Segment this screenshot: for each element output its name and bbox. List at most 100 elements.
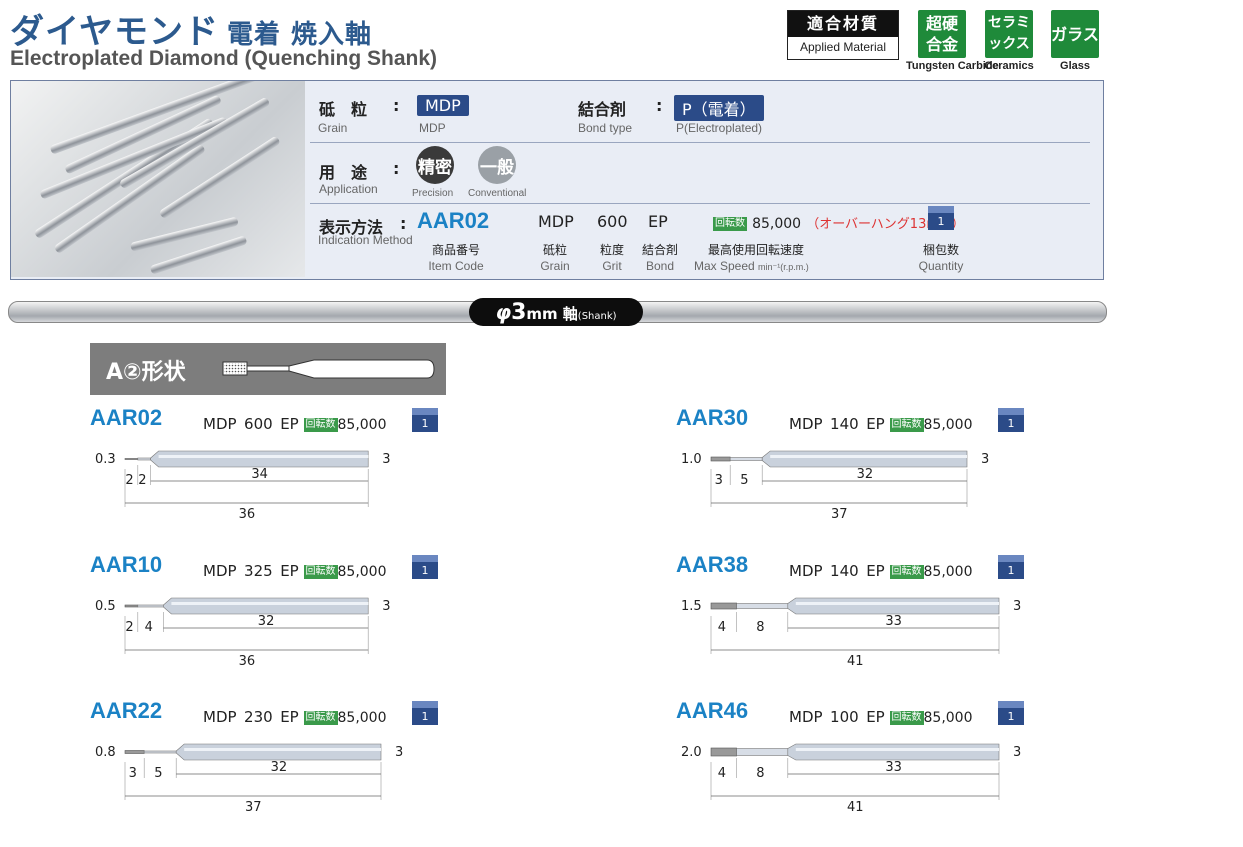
- applied-material-label-jp: 適合材質: [788, 11, 898, 37]
- dim-neck-length: 5: [740, 473, 749, 488]
- cap-qty: 梱包数: [922, 243, 959, 257]
- material-tungsten-carbide-icon: 超硬合金: [918, 10, 966, 58]
- quantity-box-icon: 1: [998, 701, 1024, 725]
- quantity-box-icon: 1: [998, 408, 1024, 432]
- dim-neck-length: 2: [138, 473, 147, 488]
- tool-tip: [710, 747, 737, 757]
- cap-grain-en: Grain: [540, 259, 570, 273]
- rpm-value: 85,000: [752, 216, 802, 232]
- example-code: AAR02: [417, 208, 490, 233]
- precision-badge: 精密: [416, 146, 454, 184]
- tool-shank-highlight: [171, 602, 369, 605]
- product-code: AAR38: [676, 552, 749, 577]
- rpm-badge: 回転数: [303, 710, 338, 725]
- dim-total-length: 36: [238, 507, 256, 522]
- grain-value-chip: MDP: [417, 95, 469, 116]
- panel-divider: [310, 203, 1090, 204]
- product-bond: EP: [866, 562, 885, 580]
- conventional-badge: 一般: [478, 146, 516, 184]
- dim-tip-length: 4: [717, 620, 727, 635]
- product-grit: 600: [244, 415, 273, 433]
- product-spec: MDP 140 EP 回転数 85,000: [789, 562, 973, 580]
- product-spec: MDP 600 EP 回転数 85,000: [203, 415, 387, 433]
- dim-shank-length: 32: [270, 760, 288, 775]
- precision-label-en: Precision: [412, 188, 454, 199]
- bond-label: 結合剤: [578, 100, 627, 119]
- dim-total-length: 37: [245, 800, 262, 815]
- tool-neck: [736, 603, 789, 609]
- product-bond: EP: [280, 708, 299, 726]
- tool-tip: [124, 604, 139, 608]
- product-grain: MDP: [203, 708, 237, 726]
- bond-colon: :: [656, 96, 663, 115]
- tip-diameter-label: 1.0: [681, 452, 702, 467]
- rpm-badge: 回転数: [889, 564, 924, 579]
- cap-grain: 砥粒: [542, 243, 567, 257]
- product-rpm: 85,000: [923, 417, 973, 433]
- shape-section-title: A②形状: [106, 360, 186, 385]
- dim-total-length: 41: [847, 654, 864, 669]
- shank-diameter-label: 3: [981, 452, 990, 467]
- tip-diameter-label: 0.8: [95, 745, 116, 760]
- indication-label-en: Indication Method: [318, 233, 413, 247]
- quantity-box-icon: 1: [412, 701, 438, 725]
- product-rpm: 85,000: [337, 417, 387, 433]
- product-bond: EP: [280, 562, 299, 580]
- example-grain: MDP: [538, 212, 574, 231]
- tool-neck: [736, 748, 789, 756]
- tool-tip: [710, 602, 737, 610]
- bond-label-en: Bond type: [578, 121, 633, 135]
- dim-total-length: 37: [831, 507, 848, 522]
- tip-diameter-label: 2.0: [681, 745, 702, 760]
- dim-neck-length: 8: [756, 766, 765, 781]
- product-spec: MDP 140 EP 回転数 85,000: [789, 415, 973, 433]
- tool-tip: [124, 750, 145, 754]
- product-grit: 230: [244, 708, 273, 726]
- tip-diameter-label: 1.5: [681, 599, 702, 614]
- product-code: AAR30: [676, 405, 749, 430]
- shank-diameter-label: 3: [382, 452, 391, 467]
- tool-drawing: [124, 450, 369, 507]
- cap-grit-en: Grit: [602, 259, 622, 273]
- cap-bond: 結合剤: [641, 243, 678, 257]
- grain-colon: :: [393, 96, 400, 115]
- product-grit: 140: [830, 415, 859, 433]
- product-grain: MDP: [789, 708, 823, 726]
- conventional-label-en: Conventional: [468, 188, 527, 199]
- page-title-en: Electroplated Diamond (Quenching Shank): [10, 47, 438, 70]
- title-jp-sub: 電着 焼入軸: [226, 20, 373, 50]
- shank-size-tag: φ3mm 軸(Shank): [469, 298, 643, 326]
- rpm-badge: 回転数: [303, 417, 338, 432]
- product-rpm: 85,000: [923, 564, 973, 580]
- tool-drawing: [710, 743, 1000, 800]
- product-grit: 100: [830, 708, 859, 726]
- cap-grit: 粒度: [599, 243, 624, 257]
- tool-shank: [150, 450, 369, 468]
- product-grit: 325: [244, 562, 273, 580]
- tool-shank-highlight: [184, 748, 381, 751]
- tip-diameter-label: 0.3: [95, 452, 116, 467]
- tool-drawing: [710, 450, 968, 507]
- tool-shank: [163, 597, 369, 615]
- tool-tip: [124, 458, 139, 460]
- cap-item-en: Item Code: [428, 259, 484, 273]
- cap-qty-en: Quantity: [918, 259, 964, 273]
- product-grain: MDP: [789, 562, 823, 580]
- product-photo: [11, 81, 305, 277]
- dim-neck-length: 5: [154, 766, 163, 781]
- indication-colon: :: [400, 214, 407, 233]
- product-spec: MDP 325 EP 回転数 85,000: [203, 562, 387, 580]
- material-glass-icon: ガラス: [1051, 10, 1099, 58]
- product-code: AAR46: [676, 698, 749, 723]
- product-code: AAR02: [90, 405, 163, 430]
- example-grit: 600: [597, 212, 628, 231]
- tool-drawing: [124, 597, 369, 654]
- tool-shank-highlight: [158, 455, 369, 458]
- tool-shank-highlight: [795, 748, 999, 751]
- tool-shank: [787, 743, 1000, 761]
- page-title: ダイヤモンド 電着 焼入軸: [10, 4, 372, 53]
- example-bond: EP: [648, 212, 668, 231]
- example-rpm: 回転数 85,000 （オーバーハング13mm）: [713, 213, 965, 232]
- product-bond: EP: [280, 415, 299, 433]
- dim-tip-length: 2: [125, 620, 134, 635]
